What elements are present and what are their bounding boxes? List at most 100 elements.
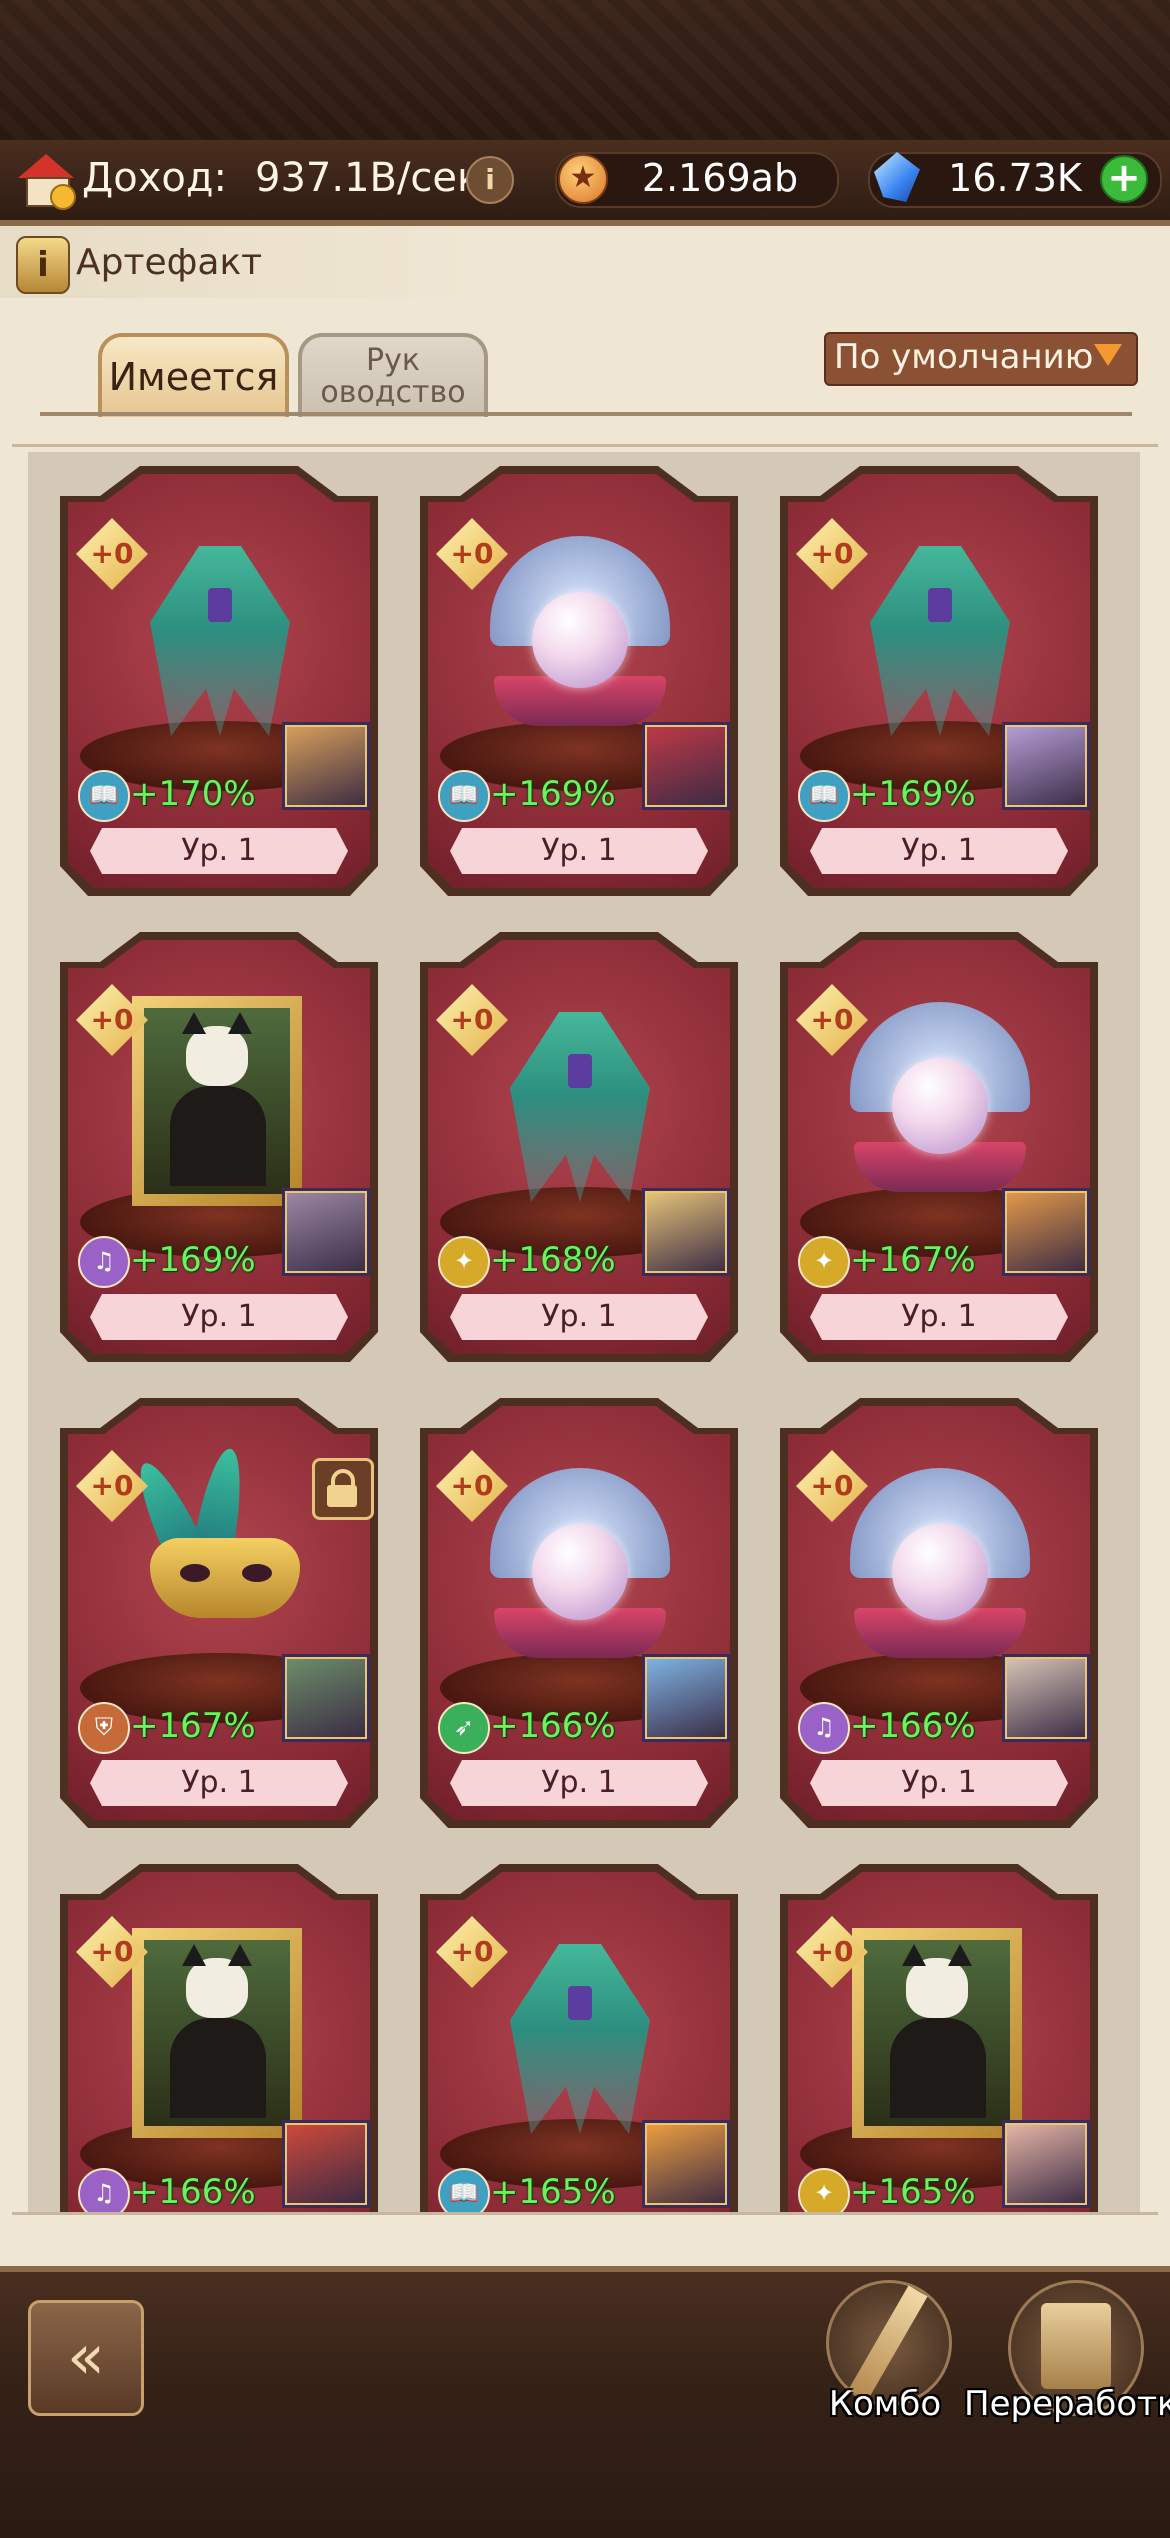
- artifact-cloak-image: [120, 536, 320, 736]
- book-icon: 📖: [798, 770, 850, 822]
- bonus-percent: +170%: [130, 774, 256, 814]
- enhance-level: +0: [810, 537, 854, 570]
- gem-amount: 16.73K: [948, 156, 1082, 200]
- harp-icon: ♫: [78, 1236, 130, 1288]
- tab-guide[interactable]: Рук оводство: [298, 333, 488, 417]
- artifact-card[interactable]: +0 📖 +169% Ур. 1: [420, 466, 738, 896]
- level-label: Ур. 1: [541, 1765, 617, 1800]
- broom-icon: ✦: [798, 1236, 850, 1288]
- tab-owned-label: Имеется: [108, 355, 279, 399]
- artifact-pearl-image: [480, 536, 680, 736]
- enhance-level: +0: [90, 1469, 134, 1502]
- income-display: Доход:: [14, 148, 227, 210]
- bonus-percent: +169%: [490, 774, 616, 814]
- hero-portrait: [642, 2120, 730, 2208]
- bonus-percent: +166%: [130, 2172, 256, 2212]
- bonus-percent: +169%: [850, 774, 976, 814]
- hero-portrait: [282, 722, 370, 810]
- book-icon: 📖: [438, 2168, 490, 2212]
- tab-owned[interactable]: Имеется: [98, 333, 289, 417]
- enhance-level: +0: [450, 1003, 494, 1036]
- enhance-level: +0: [90, 1935, 134, 1968]
- level-label: Ур. 1: [181, 833, 257, 868]
- artifact-card[interactable]: +0 ⛨ +167% Ур. 1: [60, 1398, 378, 1828]
- bonus-percent: +165%: [490, 2172, 616, 2212]
- enhance-level: +0: [450, 1469, 494, 1502]
- wing-icon: ➶: [438, 1702, 490, 1754]
- artifact-pearl-image: [840, 1002, 1040, 1202]
- enhance-level: +0: [810, 1935, 854, 1968]
- artifact-card[interactable]: +0♫+166%Ур. 1: [60, 1864, 378, 2212]
- artifact-card[interactable]: +0 📖 +170% Ур. 1: [60, 466, 378, 896]
- bonus-percent: +169%: [130, 1240, 256, 1280]
- house-icon: [14, 150, 76, 210]
- harp-icon: ♫: [798, 1702, 850, 1754]
- artifact-cloak-image: [480, 1934, 680, 2134]
- artifact-card[interactable]: +0 ✦ +168% Ур. 1: [420, 932, 738, 1362]
- add-gems-button[interactable]: +: [1100, 155, 1148, 203]
- hero-portrait: [1002, 722, 1090, 810]
- recycle-button-label[interactable]: Переработка: [964, 2384, 1170, 2424]
- combo-button-label[interactable]: Комбо: [800, 2384, 970, 2424]
- sort-dropdown-label: По умолчанию: [834, 337, 1094, 377]
- artifact-pearl-image: [480, 1468, 680, 1668]
- hero-portrait: [282, 1188, 370, 1276]
- tab-guide-label: Рук оводство: [320, 343, 466, 410]
- enhance-level: +0: [450, 537, 494, 570]
- chevron-down-icon: [1094, 344, 1122, 366]
- artifact-card[interactable]: +0 📖 +169% Ур. 1: [780, 466, 1098, 896]
- income-label: Доход:: [82, 155, 227, 201]
- bonus-percent: +167%: [850, 1240, 976, 1280]
- tab-divider: [40, 412, 1132, 416]
- artifact-info-icon[interactable]: i: [16, 236, 70, 294]
- lock-icon[interactable]: [312, 1458, 374, 1520]
- hero-portrait: [1002, 1654, 1090, 1742]
- hero-portrait: [282, 1654, 370, 1742]
- hero-portrait: [1002, 1188, 1090, 1276]
- artifact-pearl-image: [840, 1468, 1040, 1668]
- bonus-percent: +166%: [490, 1706, 616, 1746]
- level-label: Ур. 1: [541, 1299, 617, 1334]
- bonus-percent: +165%: [850, 2172, 976, 2212]
- artifact-painting-image: [840, 1928, 1040, 2138]
- enhance-level: +0: [450, 1935, 494, 1968]
- grid-bottom-divider: [12, 2212, 1158, 2215]
- artifact-painting-image: [120, 1928, 320, 2138]
- artifact-cloak-image: [480, 1002, 680, 1202]
- coin-icon: ★: [558, 154, 608, 204]
- broom-icon: ✦: [438, 1236, 490, 1288]
- back-button[interactable]: «: [28, 2300, 144, 2416]
- artifact-card[interactable]: +0✦+165%Ур. 1: [780, 1864, 1098, 2212]
- shield-icon: ⛨: [78, 1702, 130, 1754]
- level-label: Ур. 1: [901, 833, 977, 868]
- enhance-level: +0: [90, 1003, 134, 1036]
- artifact-card[interactable]: +0♫+166%Ур. 1: [780, 1398, 1098, 1828]
- book-icon: 📖: [78, 770, 130, 822]
- level-label: Ур. 1: [181, 1765, 257, 1800]
- hero-portrait: [282, 2120, 370, 2208]
- artifact-painting-image: [120, 996, 320, 1206]
- bonus-percent: +167%: [130, 1706, 256, 1746]
- level-label: Ур. 1: [541, 833, 617, 868]
- broom-icon: ✦: [798, 2168, 850, 2212]
- bonus-percent: +168%: [490, 1240, 616, 1280]
- hero-portrait: [642, 1188, 730, 1276]
- artifact-grid: +0 📖 +170% Ур. 1 +0 📖 +169% Ур. 1 +0 📖 +169% Ур. 1 +…: [28, 452, 1140, 2212]
- artifact-mask-image: [120, 1445, 320, 1668]
- page-title: Артефакт: [76, 242, 263, 283]
- artifact-card[interactable]: +0 ➶ +166% Ур. 1: [420, 1398, 738, 1828]
- level-label: Ур. 1: [901, 1299, 977, 1334]
- income-value: 937.1B/сек: [255, 155, 482, 201]
- artifact-card[interactable]: +0📖+165%Ур. 1: [420, 1864, 738, 2212]
- book-icon: 📖: [438, 770, 490, 822]
- artifact-card[interactable]: +0 ✦ +167% Ур. 1: [780, 932, 1098, 1362]
- bonus-percent: +166%: [850, 1706, 976, 1746]
- coin-amount: 2.169ab: [641, 156, 799, 200]
- artifact-card[interactable]: +0 ♫ +169% Ур. 1: [60, 932, 378, 1362]
- hero-portrait: [642, 722, 730, 810]
- enhance-level: +0: [810, 1003, 854, 1036]
- enhance-level: +0: [90, 537, 134, 570]
- artifact-cloak-image: [840, 536, 1040, 736]
- info-icon[interactable]: i: [466, 156, 514, 204]
- enhance-level: +0: [810, 1469, 854, 1502]
